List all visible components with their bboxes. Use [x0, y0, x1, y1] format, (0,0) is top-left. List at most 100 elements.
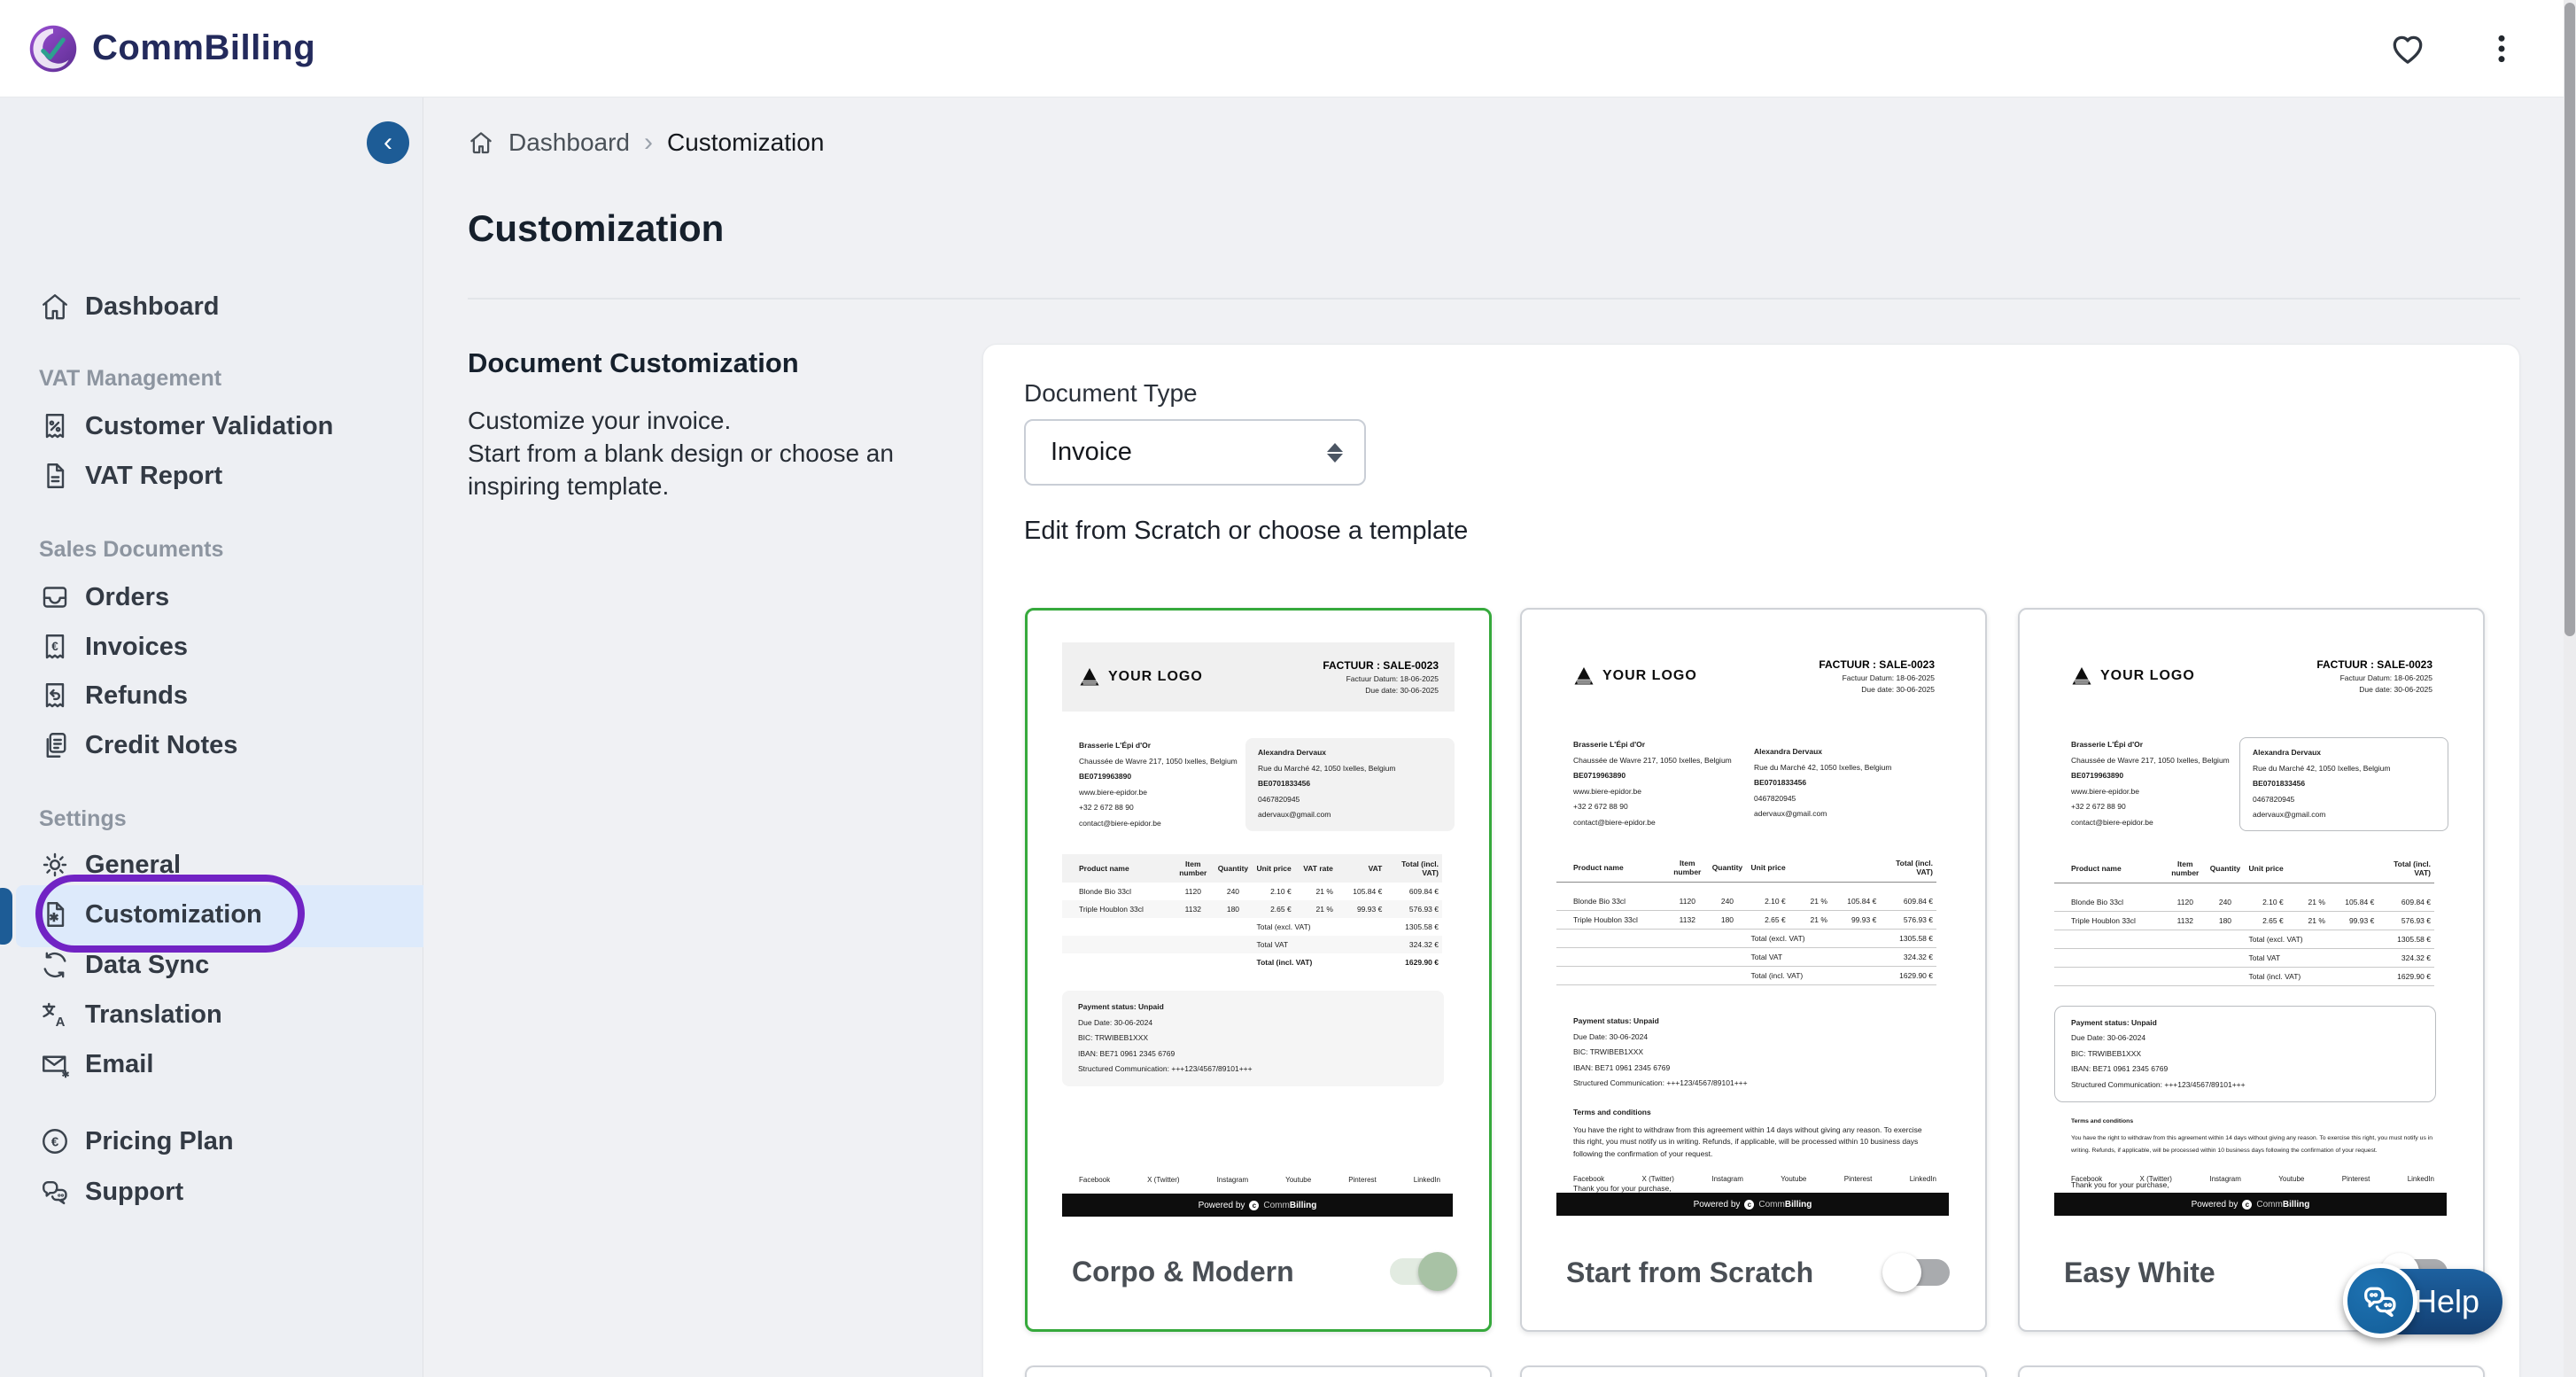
template-toggle[interactable]: [1886, 1259, 1950, 1286]
divider: [468, 298, 2520, 300]
document-type-select[interactable]: Invoice: [1024, 419, 1366, 486]
payment-status-block: Payment status: Unpaid Due Date: 30-06-2…: [1062, 991, 1444, 1086]
breadcrumb-dashboard-link[interactable]: Dashboard: [508, 128, 630, 157]
favorites-button[interactable]: [2388, 29, 2427, 68]
template-card-partial[interactable]: [2018, 1365, 2485, 1377]
section-sales-documents: Sales Documents: [39, 537, 223, 563]
invoice-header-band: YOUR LOGO FACTUUR : SALE-0023 Factuur Da…: [1556, 642, 1951, 711]
invoice-addresses: Brasserie L'Épi d'Or Chaussée de Wavre 2…: [2054, 737, 2448, 831]
svg-text:A: A: [56, 1015, 66, 1030]
invoice-preview: YOUR LOGO FACTUUR : SALE-0023 Factuur Da…: [1028, 611, 1489, 1086]
inbox-icon: [39, 581, 71, 613]
sidebar-item-support[interactable]: Support: [0, 1167, 423, 1217]
mini-logo-icon: c: [2242, 1200, 2252, 1210]
sidebar: ‹ Dashboard VAT Management Customer Vali…: [0, 97, 423, 1377]
sidebar-item-label: Translation: [85, 1000, 222, 1030]
envelope-gear-icon: ✱: [39, 1048, 71, 1080]
sidebar-item-orders[interactable]: Orders: [0, 572, 423, 622]
template-name: Easy White: [2064, 1256, 2215, 1289]
sidebar-item-vat-report[interactable]: VAT Report: [0, 451, 423, 501]
invoice-social-links: FacebookX (Twitter)InstagramYoutubePinte…: [1079, 1176, 1440, 1184]
sidebar-item-label: Support: [85, 1178, 183, 1207]
total-row: Total VAT324.32 €: [1062, 936, 1442, 953]
intro-line1: Customize your invoice.: [468, 404, 928, 437]
document-duplicate-icon: [39, 729, 71, 761]
receipt-euro-icon: €: [39, 631, 71, 663]
triangle-logo-icon: [2070, 665, 2093, 687]
sidebar-item-label: Data Sync: [85, 951, 209, 980]
template-card-corpo-modern[interactable]: YOUR LOGO FACTUUR : SALE-0023 Factuur Da…: [1025, 608, 1492, 1332]
document-type-value: Invoice: [1051, 438, 1132, 467]
invoice-meta: FACTUUR : SALE-0023 Factuur Datum: 18-06…: [1323, 659, 1439, 695]
mini-logo-icon: c: [1744, 1200, 1754, 1210]
seller-block: Brasserie L'Épi d'Or Chaussée de Wavre 2…: [2071, 737, 2230, 831]
app-title: CommBilling: [92, 28, 315, 68]
table-row: Triple Houblon 33cl11321802.65 €21 %99.9…: [1062, 900, 1442, 918]
table-row: Blonde Bio 33cl11202402.10 €21 %105.84 €…: [2054, 883, 2434, 911]
total-row: Total (incl. VAT)1629.90 €: [1556, 967, 1936, 985]
template-card-start-from-scratch[interactable]: YOUR LOGO FACTUUR : SALE-0023 Factuur Da…: [1520, 608, 1987, 1332]
kebab-menu-icon: [2484, 31, 2519, 66]
template-card-partial[interactable]: [1520, 1365, 1987, 1377]
invoice-addresses: Brasserie L'Épi d'Or Chaussée de Wavre 2…: [1556, 737, 1951, 830]
template-card-easy-white[interactable]: YOUR LOGO FACTUUR : SALE-0023 Factuur Da…: [2018, 608, 2485, 1332]
intro-text: Document Customization Customize your in…: [468, 347, 928, 502]
brand-part1: Comm: [92, 28, 204, 67]
chat-bubbles-icon: [2360, 1280, 2401, 1321]
breadcrumb-current: Customization: [667, 128, 824, 157]
sidebar-item-data-sync[interactable]: Data Sync: [0, 940, 423, 990]
document-star-icon: ✱: [39, 899, 71, 930]
commbilling-logo-icon: [27, 22, 80, 75]
customer-block: Alexandra Dervaux Rue du Marché 42, 1050…: [1245, 738, 1455, 831]
sidebar-item-general[interactable]: General: [0, 840, 423, 890]
euro-circle-icon: €: [39, 1125, 71, 1157]
invoice-meta: FACTUUR : SALE-0023 Factuur Datum: 18-06…: [1819, 658, 1935, 694]
help-label: Help: [2414, 1283, 2479, 1320]
sidebar-item-email[interactable]: ✱ Email: [0, 1039, 423, 1089]
invoice-logo: YOUR LOGO: [1572, 665, 1697, 687]
breadcrumb-separator: ›: [644, 128, 653, 158]
section-settings: Settings: [39, 806, 127, 832]
total-row: Total (incl. VAT)1629.90 €: [2054, 967, 2434, 985]
sidebar-item-credit-notes[interactable]: Credit Notes: [0, 720, 423, 770]
sidebar-item-customization[interactable]: ✱ Customization: [0, 890, 423, 939]
mini-logo-icon: c: [1249, 1201, 1259, 1210]
total-row: Total (excl. VAT)1305.58 €: [2054, 930, 2434, 948]
sidebar-item-pricing-plan[interactable]: € Pricing Plan: [0, 1116, 423, 1166]
invoice-table: Product name Item number Quantity Unit p…: [2054, 854, 2434, 986]
total-row: Total (excl. VAT)1305.58 €: [1556, 930, 1936, 948]
invoice-meta: FACTUUR : SALE-0023 Factuur Datum: 18-06…: [2316, 658, 2432, 694]
invoice-header-band: YOUR LOGO FACTUUR : SALE-0023 Factuur Da…: [2054, 642, 2448, 711]
template-toggle[interactable]: [1390, 1258, 1454, 1285]
sidebar-item-label: Customization: [85, 900, 262, 930]
sidebar-item-translation[interactable]: A Translation: [0, 990, 423, 1039]
sidebar-item-label: Customer Validation: [85, 412, 333, 441]
sidebar-item-refunds[interactable]: Refunds: [0, 671, 423, 720]
breadcrumb: Dashboard › Customization: [468, 128, 824, 158]
total-row: Total VAT324.32 €: [2054, 948, 2434, 967]
customer-block: Alexandra Dervaux Rue du Marché 42, 1050…: [1742, 737, 1951, 830]
sidebar-item-customer-validation[interactable]: Customer Validation: [0, 401, 423, 451]
template-name: Corpo & Modern: [1072, 1256, 1294, 1288]
sidebar-item-invoices[interactable]: € Invoices: [0, 622, 423, 672]
help-chat-bubble-button[interactable]: [2343, 1264, 2417, 1338]
template-card-partial[interactable]: [1025, 1365, 1492, 1377]
scrollbar-track[interactable]: [2564, 0, 2576, 1377]
template-name: Start from Scratch: [1566, 1256, 1813, 1289]
section-vat-management: VAT Management: [39, 366, 221, 392]
terms-block: Terms and conditions You have the right …: [2071, 1118, 2443, 1202]
invoice-logo-text: YOUR LOGO: [1108, 669, 1203, 685]
document-icon: [39, 460, 71, 492]
sidebar-collapse-button[interactable]: ‹: [367, 121, 409, 164]
powered-by-bar: Powered bycCommBilling: [1062, 1194, 1453, 1217]
scrollbar-thumb[interactable]: [2564, 3, 2575, 636]
total-row: Total (excl. VAT)1305.58 €: [1062, 918, 1442, 936]
overflow-menu-button[interactable]: [2484, 31, 2519, 66]
svg-text:✱: ✱: [49, 911, 59, 924]
sidebar-item-dashboard[interactable]: Dashboard: [0, 282, 423, 331]
document-type-label: Document Type: [1024, 379, 1198, 408]
toggle-knob: [1418, 1252, 1457, 1291]
svg-text:✱: ✱: [62, 1070, 70, 1080]
total-row: Total (incl. VAT)1629.90 €: [1062, 953, 1442, 971]
heart-icon: [2388, 29, 2427, 68]
